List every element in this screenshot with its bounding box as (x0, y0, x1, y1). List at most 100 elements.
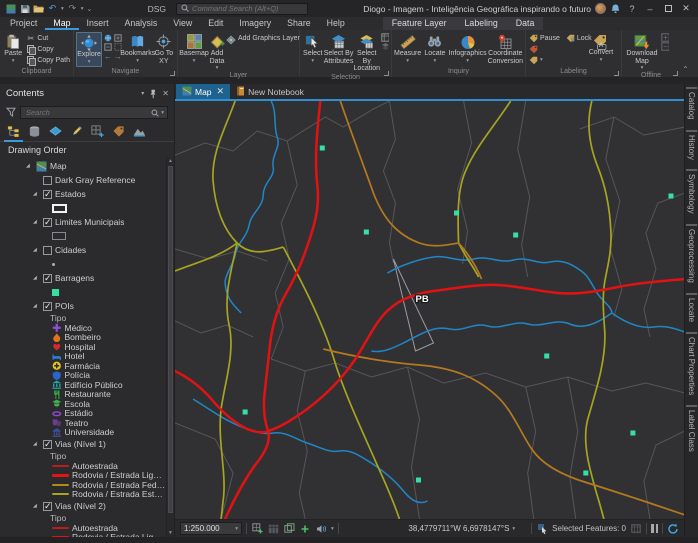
table-icon[interactable] (267, 523, 279, 535)
paste-dropdown-icon[interactable]: ▾ (12, 58, 15, 64)
view-tab-new-notebook[interactable]: New Notebook (230, 84, 310, 99)
remove-map-icon[interactable] (661, 42, 669, 50)
dialog-launcher-icon[interactable] (673, 71, 678, 76)
legend-item-rodovia-estrada-federal[interactable]: Rodovia / Estrada Federal (0, 480, 166, 490)
maximize-button[interactable] (661, 4, 675, 14)
pane-tab-catalog[interactable]: Catalog (686, 87, 697, 122)
download-map-button[interactable]: Download Map ▾ (624, 32, 660, 71)
copy-path-button[interactable]: Copy Path (25, 55, 71, 65)
scale-combobox[interactable]: 1:250.000 ▾ (180, 522, 242, 535)
basemap-button[interactable]: Basemap ▾ (180, 32, 208, 71)
minimize-button[interactable]: – (643, 4, 657, 14)
expander-icon[interactable]: ◢ (33, 219, 40, 225)
overlap-frames-icon[interactable] (283, 523, 295, 535)
full-extent-icon[interactable] (104, 34, 112, 42)
project-icon[interactable] (5, 3, 16, 14)
pane-menu-icon[interactable]: ▾ (141, 90, 144, 97)
ribbon-tab-edit[interactable]: Edit (200, 17, 231, 30)
locate-dropdown-icon[interactable]: ▾ (434, 58, 437, 64)
ribbon-tab-help[interactable]: Help (319, 17, 353, 30)
search-options-icon[interactable]: ▾ (161, 110, 164, 116)
scroll-up-icon[interactable]: ▲ (167, 157, 174, 165)
layer-pois[interactable]: ◢POIs (0, 299, 166, 313)
sync-map-icon[interactable] (661, 33, 669, 41)
coordinate-conversion-button[interactable]: Coordinate Conversion (488, 32, 523, 67)
legend-item-rodovia-estrada-estatual[interactable]: Rodovia / Estrada Estatual (0, 490, 166, 500)
bookmarks-button[interactable]: Bookmarks ▾ (124, 32, 152, 67)
select-by-attributes-button[interactable]: Select By Attributes (325, 32, 353, 73)
layer-checkbox[interactable] (43, 274, 52, 283)
contents-search-input[interactable] (24, 107, 149, 118)
legend-symbol-rect-gray[interactable] (0, 229, 166, 243)
speaker-icon[interactable] (315, 523, 327, 535)
close-button[interactable]: ✕ (679, 3, 693, 14)
legend-item-rodovia-estrada-ligacao[interactable]: Rodovia / Estrada Ligação (0, 471, 166, 481)
dialog-launcher-icon[interactable] (384, 71, 389, 76)
view-tab-map[interactable]: Map ✕ (176, 84, 230, 99)
green-plus-icon[interactable] (299, 523, 311, 535)
close-pane-icon[interactable]: ✕ (162, 89, 169, 98)
layer-checkbox[interactable] (43, 502, 52, 511)
layer-checkbox[interactable] (43, 218, 52, 227)
layer-checkbox[interactable] (43, 302, 52, 311)
ribbon-tab-imagery[interactable]: Imagery (231, 17, 279, 30)
legend-item-restaurante[interactable]: Restaurante (0, 390, 166, 400)
legend-item-edificio-publico[interactable]: Edifício Público (0, 380, 166, 390)
list-by-drawing-order-icon[interactable] (7, 125, 20, 141)
measure-dropdown-icon[interactable]: ▾ (406, 58, 409, 64)
select-dropdown-icon[interactable]: ▾ (311, 58, 314, 64)
clear-selection-icon[interactable] (381, 33, 389, 41)
explore-dropdown-icon[interactable]: ▾ (88, 59, 91, 65)
contextual-tab-data[interactable]: Data (507, 17, 544, 30)
contents-search-box[interactable]: ▾ (20, 106, 168, 119)
legend-item-medico[interactable]: Médico (0, 323, 166, 333)
layer-cidades[interactable]: ◢Cidades (0, 243, 166, 257)
layer-checkbox[interactable] (43, 190, 52, 199)
undo-dropdown-icon[interactable]: ▾ (61, 6, 64, 12)
map-canvas[interactable]: PB (175, 101, 684, 519)
layer-estados[interactable]: ◢Estados (0, 187, 166, 201)
add-graphics-layer-button[interactable]: Add Graphics Layer (226, 32, 300, 71)
legend-item-policia[interactable]: Polícia (0, 371, 166, 381)
save-icon[interactable] (19, 3, 30, 14)
legend-item-universidade[interactable]: Universidade (0, 428, 166, 438)
copy-button[interactable]: Copy (25, 44, 71, 54)
list-by-data-source-icon[interactable] (28, 125, 41, 141)
legend-item-teatro[interactable]: Teatro (0, 418, 166, 428)
expander-icon[interactable]: ◢ (33, 275, 40, 281)
coordinates-dropdown-icon[interactable]: ▾ (512, 526, 515, 532)
list-by-selection-icon[interactable] (49, 125, 62, 141)
legend-item-autoestrada[interactable]: Autoestrada (0, 523, 166, 533)
ribbon-tab-project[interactable]: Project (2, 17, 45, 30)
open-project-icon[interactable] (33, 3, 44, 14)
list-by-snapping-icon[interactable] (91, 125, 104, 141)
list-by-labeling-icon[interactable] (112, 125, 125, 141)
coordinates-display[interactable]: 38,4779711°W 6,6978147°S ▾ (408, 524, 515, 533)
ribbon-tab-share[interactable]: Share (279, 17, 318, 30)
ribbon-tab-analysis[interactable]: Analysis (117, 17, 166, 30)
layer-checkbox[interactable] (43, 440, 52, 449)
expander-icon[interactable]: ◢ (33, 503, 40, 509)
contents-scrollbar[interactable]: ▲ ▼ (166, 157, 174, 537)
scale-dropdown-icon[interactable]: ▾ (235, 526, 238, 532)
pin-icon[interactable] (149, 89, 157, 99)
basemap-dropdown-icon[interactable]: ▾ (193, 58, 196, 64)
legend-item-hospital[interactable]: Hospital (0, 342, 166, 352)
quick-access-menu-icon[interactable]: ⌄ (87, 5, 93, 13)
measure-button[interactable]: Measure ▾ (394, 32, 421, 67)
list-by-editing-icon[interactable] (70, 125, 83, 141)
expander-icon[interactable]: ◢ (33, 247, 40, 253)
layer-vias-nivel-2[interactable]: ◢Vias (Nível 2) (0, 499, 166, 513)
convert-dropdown-icon[interactable]: ▾ (600, 57, 603, 63)
command-search[interactable] (176, 3, 308, 15)
expander-icon[interactable]: ◢ (33, 303, 40, 309)
layer-limites-municipais[interactable]: ◢Limites Municipais (0, 215, 166, 229)
legend-item-farmacia[interactable]: Farmácia (0, 361, 166, 371)
legend-symbol-dot[interactable] (0, 257, 166, 271)
redo-dropdown-icon[interactable]: ▾ (81, 6, 84, 12)
legend-item-estadio[interactable]: Estádio (0, 409, 166, 419)
ribbon-tab-view[interactable]: View (165, 17, 200, 30)
convert-labels-button[interactable]: A Convert ▾ (585, 32, 617, 67)
pane-tab-history[interactable]: History (686, 130, 697, 162)
close-tab-icon[interactable]: ✕ (217, 86, 225, 97)
